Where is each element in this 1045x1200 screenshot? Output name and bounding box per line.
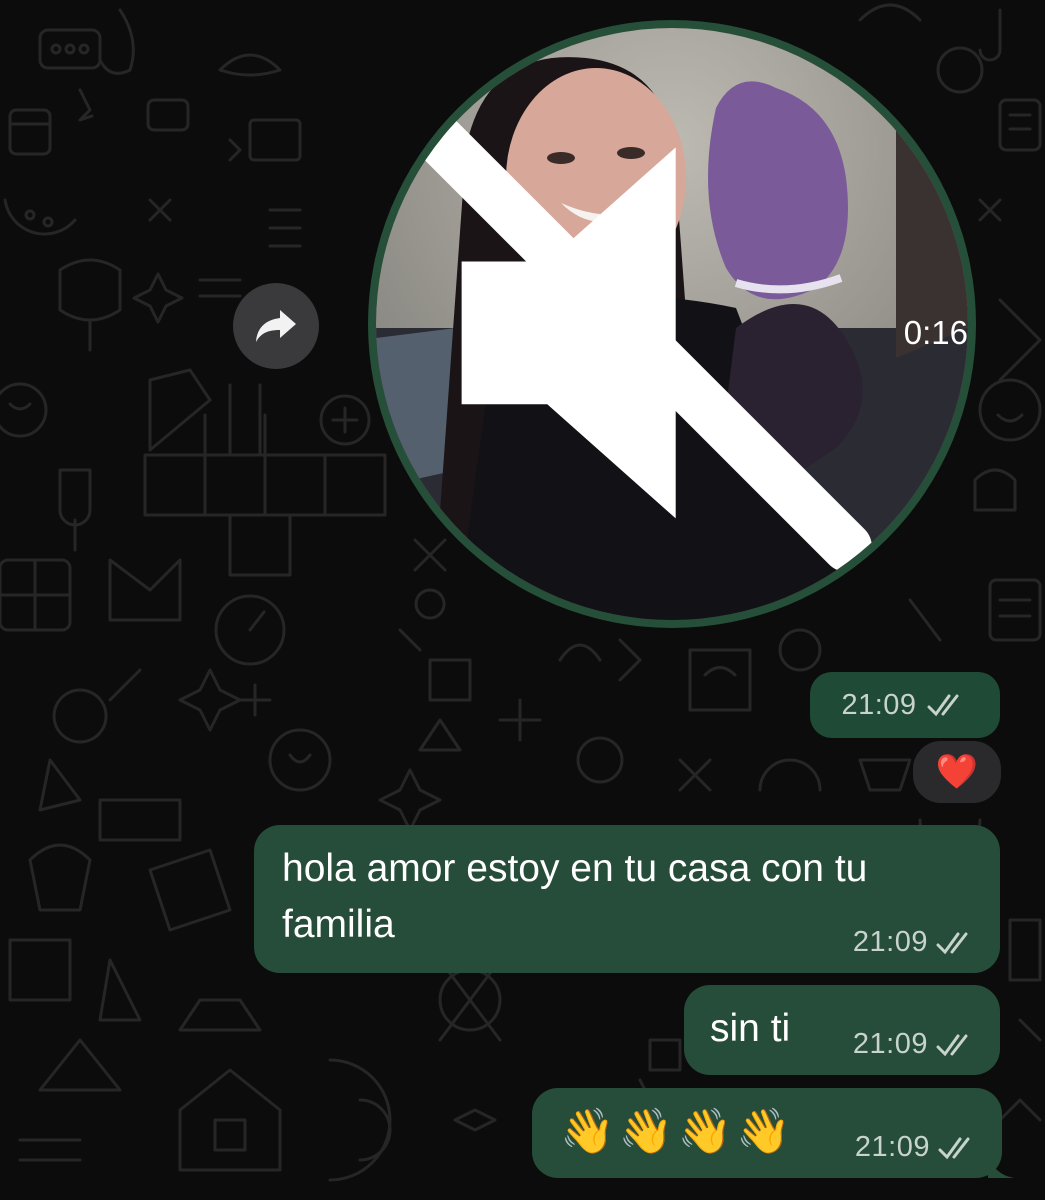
message-time: 21:09 [841, 688, 917, 721]
video-duration-overlay: 0:16 [376, 76, 968, 590]
message-meta: 21:09 [853, 1028, 978, 1061]
read-double-check-icon [938, 1137, 970, 1159]
message-time: 21:09 [852, 1028, 928, 1060]
outgoing-message[interactable]: hola amor estoy en tu casa con tu famili… [254, 825, 1000, 973]
read-double-check-icon [927, 694, 959, 717]
video-duration: 0:16 [903, 314, 968, 352]
muted-speaker-icon [393, 94, 872, 573]
video-frame: 0:16 [376, 28, 968, 620]
forward-button[interactable] [233, 283, 319, 369]
message-time: 21:09 [854, 1131, 930, 1163]
message-meta: 21:09 [855, 1131, 980, 1164]
outgoing-message[interactable]: 👋👋👋👋 21:09 [532, 1088, 1014, 1178]
video-timestamp-bubble: 21:09 [810, 672, 1000, 738]
read-double-check-icon [936, 932, 968, 954]
message-time: 21:09 [852, 926, 928, 958]
forward-arrow-icon [256, 310, 296, 342]
chat-background: 0:16 21:09 ❤️ hola amor estoy en tu casa… [0, 0, 1045, 1200]
read-double-check-icon [936, 1034, 968, 1056]
outgoing-message[interactable]: sin ti 21:09 [684, 985, 1000, 1075]
message-meta: 21:09 [853, 926, 978, 959]
bubble-tail [988, 1152, 1014, 1178]
video-message[interactable]: 0:16 [368, 20, 976, 628]
reaction-heart[interactable]: ❤️ [910, 738, 1004, 806]
reaction-emoji: ❤️ [935, 753, 979, 791]
